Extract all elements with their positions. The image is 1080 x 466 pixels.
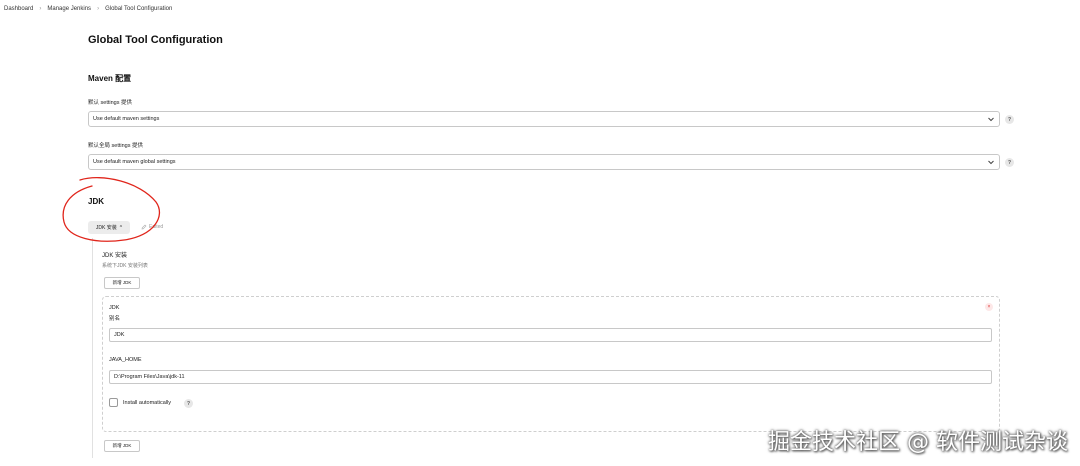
- chevron-right-icon: ›: [97, 6, 100, 12]
- watermark: 掘金技术社区 @ 软件测试杂谈: [768, 430, 1068, 455]
- jdk-name-value: JDK: [114, 332, 125, 338]
- jdk-install-description: 系统下JDK 安装列表: [102, 263, 148, 269]
- jdk-section-title: JDK: [88, 197, 105, 206]
- jdk-entry-card: [102, 296, 1000, 432]
- jdk-toggle-label: JDK 安装: [95, 225, 117, 231]
- java-home-label: JAVA_HOME: [109, 357, 142, 363]
- breadcrumb-manage-jenkins[interactable]: Manage Jenkins: [47, 6, 91, 12]
- install-automatically-checkbox[interactable]: [109, 398, 118, 407]
- java-home-value: D:\Program Files\Java\jdk-11: [114, 374, 185, 380]
- edited-indicator: Edited: [141, 224, 163, 230]
- page-title: Global Tool Configuration: [88, 34, 223, 46]
- chevron-down-icon: [988, 117, 994, 122]
- maven-global-settings-value: Use default maven global settings: [93, 159, 176, 165]
- maven-section-title: Maven 配置: [88, 74, 132, 83]
- jdk-name-input[interactable]: JDK: [109, 328, 992, 342]
- maven-settings-select[interactable]: Use default maven settings: [88, 111, 1000, 127]
- close-icon[interactable]: ×: [985, 303, 993, 311]
- jdk-entry-heading: JDK: [109, 305, 120, 311]
- help-icon[interactable]: ?: [184, 399, 193, 408]
- maven-global-settings-select[interactable]: Use default maven global settings: [88, 154, 1000, 170]
- section-rail: [92, 238, 93, 458]
- jdk-installations-toggle-button[interactable]: JDK 安装 ^: [88, 221, 130, 234]
- maven-settings-value: Use default maven settings: [93, 116, 160, 122]
- breadcrumb-global-tool-configuration[interactable]: Global Tool Configuration: [105, 6, 172, 12]
- edited-label: Edited: [149, 224, 164, 230]
- help-icon[interactable]: ?: [1005, 158, 1014, 167]
- maven-settings-label: 默认 settings 提供: [88, 100, 133, 106]
- add-jdk-button[interactable]: 新增 JDK: [104, 277, 140, 289]
- chevron-up-icon: ^: [119, 224, 123, 231]
- breadcrumb-dashboard[interactable]: Dashboard: [4, 6, 33, 12]
- jdk-name-label: 别名: [109, 316, 121, 322]
- breadcrumb: Dashboard › Manage Jenkins › Global Tool…: [4, 4, 172, 14]
- install-automatically-label: Install automatically: [123, 400, 171, 406]
- add-jdk-button-bottom[interactable]: 新增 JDK: [104, 440, 140, 452]
- java-home-input[interactable]: D:\Program Files\Java\jdk-11: [109, 370, 992, 384]
- pencil-icon: [141, 224, 147, 230]
- jdk-install-title: JDK 安装: [102, 253, 128, 259]
- help-icon[interactable]: ?: [1005, 115, 1014, 124]
- chevron-down-icon: [988, 160, 994, 165]
- annotation-circle: [62, 177, 161, 242]
- maven-global-settings-label: 默认全局 settings 提供: [88, 143, 144, 149]
- chevron-right-icon: ›: [39, 6, 42, 12]
